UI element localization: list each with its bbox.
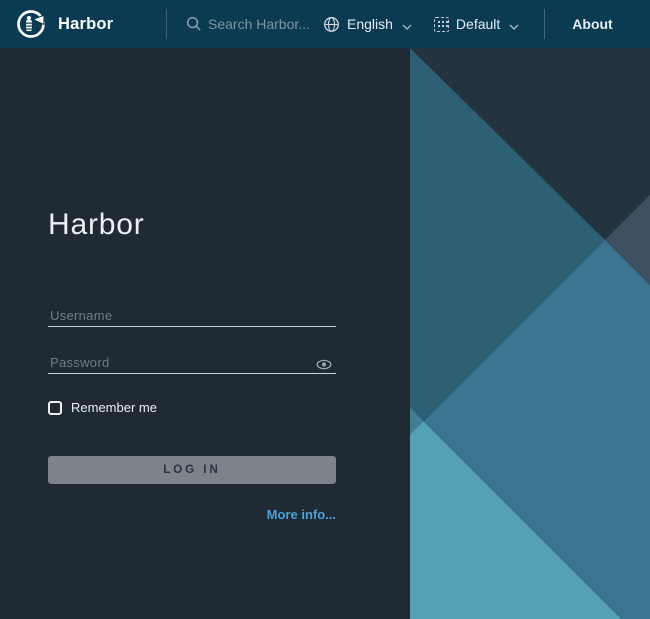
about-link[interactable]: About <box>572 16 612 32</box>
page-title: Harbor <box>48 210 410 240</box>
header-divider <box>544 9 545 39</box>
password-field-wrap <box>48 350 336 374</box>
harbor-lighthouse-logo-icon <box>16 9 46 39</box>
brand-home-link[interactable]: Harbor <box>0 9 166 39</box>
username-field-wrap <box>48 303 336 327</box>
geometric-art-panel <box>410 48 650 619</box>
search-icon[interactable] <box>186 16 202 32</box>
chevron-down-icon <box>509 17 519 33</box>
language-label: English <box>347 16 393 32</box>
brand-title: Harbor <box>58 15 113 34</box>
header-actions: English Default About <box>323 9 650 39</box>
log-in-button[interactable]: LOG IN <box>48 456 336 484</box>
more-info-link[interactable]: More info... <box>267 507 336 522</box>
username-input[interactable] <box>50 308 300 323</box>
search-input[interactable] <box>208 16 323 32</box>
language-selector[interactable]: English <box>323 15 412 33</box>
remember-me-label: Remember me <box>71 400 157 415</box>
theme-selector[interactable]: Default <box>434 15 519 33</box>
password-input[interactable] <box>50 355 300 370</box>
eye-icon[interactable] <box>316 359 332 370</box>
header-divider <box>166 9 167 39</box>
theme-swatch-icon <box>434 17 449 32</box>
login-panel: Harbor Remember me LOG IN More info... <box>0 48 410 619</box>
theme-label: Default <box>456 16 500 32</box>
global-search <box>186 16 323 32</box>
login-page: Harbor Remember me LOG IN More info... <box>0 48 650 619</box>
triangle-art <box>410 48 650 619</box>
top-navbar: Harbor English D <box>0 0 650 48</box>
chevron-down-icon <box>402 17 412 33</box>
remember-me-checkbox[interactable] <box>48 401 62 415</box>
remember-me-row: Remember me <box>48 400 410 415</box>
globe-icon <box>323 16 340 33</box>
more-info-row: More info... <box>48 506 336 524</box>
